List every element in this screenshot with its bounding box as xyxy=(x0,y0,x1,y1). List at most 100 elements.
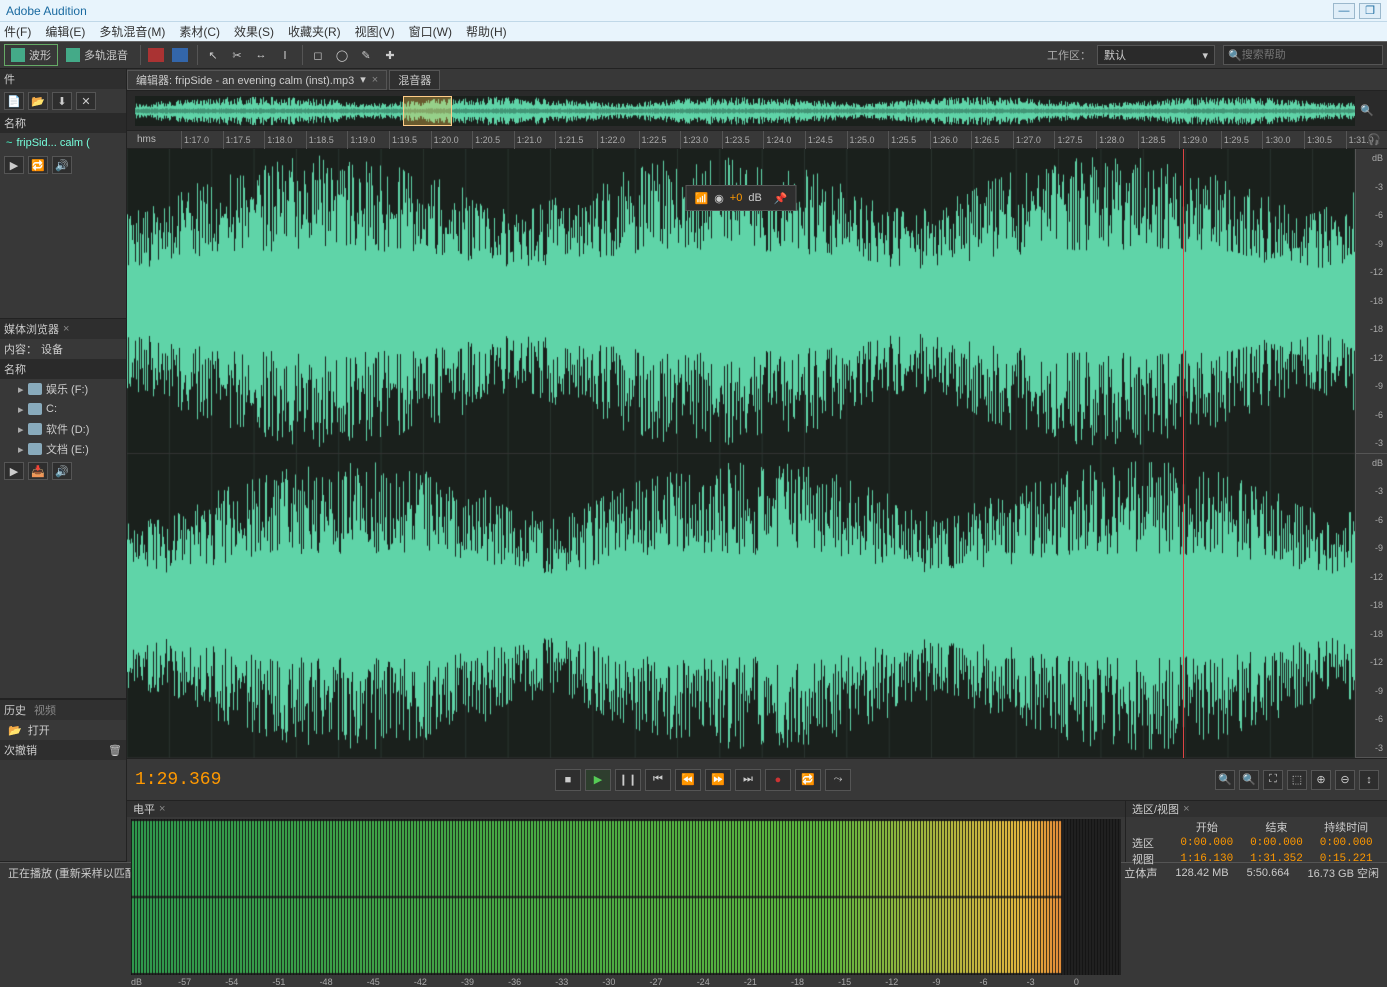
view-end[interactable]: 1:31.352 xyxy=(1242,853,1312,865)
menu-multitrack[interactable]: 多轨混音(M) xyxy=(99,23,165,40)
menu-clip[interactable]: 素材(C) xyxy=(179,23,220,40)
zoom-full-button[interactable]: ⛶ xyxy=(1263,770,1283,790)
close-icon[interactable]: × xyxy=(159,803,165,815)
menu-file[interactable]: 件(F) xyxy=(4,23,31,40)
skip-selection-button[interactable]: ⤳ xyxy=(825,769,851,791)
chevron-down-icon[interactable]: ▾ xyxy=(360,73,366,86)
loop-button[interactable]: 🔁 xyxy=(28,156,48,174)
loop-button[interactable]: 🔁 xyxy=(795,769,821,791)
open-file-button[interactable]: 📂 xyxy=(28,92,48,110)
stop-button[interactable]: ■ xyxy=(555,769,581,791)
workspace-dropdown[interactable]: 默认 ▾ xyxy=(1097,45,1215,65)
search-input[interactable] xyxy=(1242,49,1378,61)
tree-item[interactable]: ▸软件 (D:) xyxy=(0,419,126,439)
move-tool[interactable]: ↖ xyxy=(202,44,224,66)
video-tab[interactable]: 视频 xyxy=(34,702,56,718)
play-preview-button[interactable]: ▶ xyxy=(4,462,24,480)
content-value[interactable]: 设备 xyxy=(41,341,63,357)
new-file-button[interactable]: 📄 xyxy=(4,92,24,110)
overview-waveform[interactable]: 🔍 xyxy=(127,91,1387,131)
browser-panel-title: 媒体浏览器 xyxy=(4,321,59,337)
zoom-out-button[interactable]: 🔍 xyxy=(1239,770,1259,790)
forward-button[interactable]: ⏩ xyxy=(705,769,731,791)
history-tab[interactable]: 历史 xyxy=(4,702,26,718)
waveform-view-button[interactable]: 波形 xyxy=(4,44,58,66)
overview-selection[interactable] xyxy=(403,96,452,126)
go-end-button[interactable]: ⏭ xyxy=(735,769,761,791)
zoom-fit-icon[interactable]: 🔍 xyxy=(1355,104,1379,117)
razor-tool[interactable]: ✂ xyxy=(226,44,248,66)
selection-panel-header[interactable]: 选区/视图 × xyxy=(1126,801,1387,817)
search-box[interactable]: 🔍 xyxy=(1223,45,1383,65)
time-select-tool[interactable]: Ⅰ xyxy=(274,44,296,66)
import-button[interactable]: ⬇ xyxy=(52,92,72,110)
marquee-tool[interactable]: ◻ xyxy=(307,44,329,66)
waveform-display[interactable]: 📶 ◉ +0 dB 📌 xyxy=(127,149,1355,758)
view-start[interactable]: 1:16.130 xyxy=(1172,853,1242,865)
media-browser-panel: 媒体浏览器 × 内容： 设备 名称 ▸娱乐 (F:) ▸C: ▸软件 (D:) … xyxy=(0,319,126,699)
lasso-tool[interactable]: ◯ xyxy=(331,44,353,66)
menu-edit[interactable]: 编辑(E) xyxy=(45,23,85,40)
slip-tool[interactable]: ↔ xyxy=(250,44,272,66)
sel-duration[interactable]: 0:00.000 xyxy=(1311,837,1381,849)
go-start-button[interactable]: ⏮ xyxy=(645,769,671,791)
history-item[interactable]: 📂 打开 xyxy=(0,720,126,740)
insert-button[interactable]: 📥 xyxy=(28,462,48,480)
pause-button[interactable]: ❙❙ xyxy=(615,769,641,791)
autoplay-button[interactable]: 🔊 xyxy=(52,156,72,174)
trash-icon[interactable]: 🗑 xyxy=(108,744,122,757)
maximize-button[interactable]: ❐ xyxy=(1359,3,1381,19)
autoplay-button[interactable]: 🔊 xyxy=(52,462,72,480)
zoom-in-point-button[interactable]: ⊕ xyxy=(1311,770,1331,790)
close-file-button[interactable]: ✕ xyxy=(76,92,96,110)
sel-end[interactable]: 0:00.000 xyxy=(1242,837,1312,849)
brush-icon: ✎ xyxy=(361,49,370,62)
sel-start[interactable]: 0:00.000 xyxy=(1172,837,1242,849)
spectral-pitch-button[interactable] xyxy=(169,44,191,66)
drive-icon xyxy=(28,443,42,455)
menu-help[interactable]: 帮助(H) xyxy=(466,23,507,40)
heal-tool[interactable]: ✚ xyxy=(379,44,401,66)
spectral-freq-button[interactable] xyxy=(145,44,167,66)
files-panel-tab[interactable]: 件 xyxy=(4,71,15,87)
multitrack-view-button[interactable]: 多轨混音 xyxy=(60,44,134,66)
view-duration[interactable]: 0:15.221 xyxy=(1311,853,1381,865)
menu-favorites[interactable]: 收藏夹(R) xyxy=(288,23,341,40)
close-icon[interactable]: × xyxy=(1183,803,1189,815)
zoom-selection-button[interactable]: ⬚ xyxy=(1287,770,1307,790)
tree-item[interactable]: ▸娱乐 (F:) xyxy=(0,379,126,399)
minimize-button[interactable]: — xyxy=(1333,3,1355,19)
zoom-out-point-button[interactable]: ⊖ xyxy=(1335,770,1355,790)
level-meter[interactable] xyxy=(131,819,1121,975)
expand-icon: ▸ xyxy=(18,403,28,416)
drive-icon xyxy=(28,403,42,415)
time-tick: 1:17.0 xyxy=(181,131,223,149)
close-icon[interactable]: × xyxy=(63,323,69,335)
brush-tool[interactable]: ✎ xyxy=(355,44,377,66)
file-item[interactable]: ~ fripSid... calm ( xyxy=(0,133,126,153)
zoom-v-button[interactable]: ↕ xyxy=(1359,770,1379,790)
pin-icon[interactable]: 📌 xyxy=(774,192,788,205)
timeline-ruler[interactable]: hms 1:17.01:17.51:18.01:18.51:19.01:19.5… xyxy=(127,131,1387,149)
close-icon[interactable]: × xyxy=(372,74,378,86)
editor-tab[interactable]: 编辑器: fripSide - an evening calm (inst).m… xyxy=(127,70,387,90)
zoom-in-button[interactable]: 🔍 xyxy=(1215,770,1235,790)
play-button[interactable]: ▶ xyxy=(585,769,611,791)
play-preview-button[interactable]: ▶ xyxy=(4,156,24,174)
record-button[interactable]: ● xyxy=(765,769,791,791)
menu-window[interactable]: 窗口(W) xyxy=(409,23,452,40)
menu-effects[interactable]: 效果(S) xyxy=(234,23,274,40)
time-display[interactable]: 1:29.369 xyxy=(135,770,555,790)
menu-view[interactable]: 视图(V) xyxy=(355,23,395,40)
knob-icon[interactable]: ◉ xyxy=(714,192,724,205)
time-tick: 1:23.0 xyxy=(680,131,722,149)
browser-panel-header[interactable]: 媒体浏览器 × xyxy=(0,319,126,339)
level-panel-header[interactable]: 电平 × xyxy=(127,801,1125,817)
mixer-tab[interactable]: 混音器 xyxy=(389,70,440,90)
playhead[interactable] xyxy=(1183,149,1184,758)
headphones-icon[interactable]: 🎧 xyxy=(1367,133,1381,146)
tree-item[interactable]: ▸C: xyxy=(0,399,126,419)
rewind-button[interactable]: ⏪ xyxy=(675,769,701,791)
gain-hud[interactable]: 📶 ◉ +0 dB 📌 xyxy=(685,185,796,211)
tree-item[interactable]: ▸文档 (E:) xyxy=(0,439,126,459)
